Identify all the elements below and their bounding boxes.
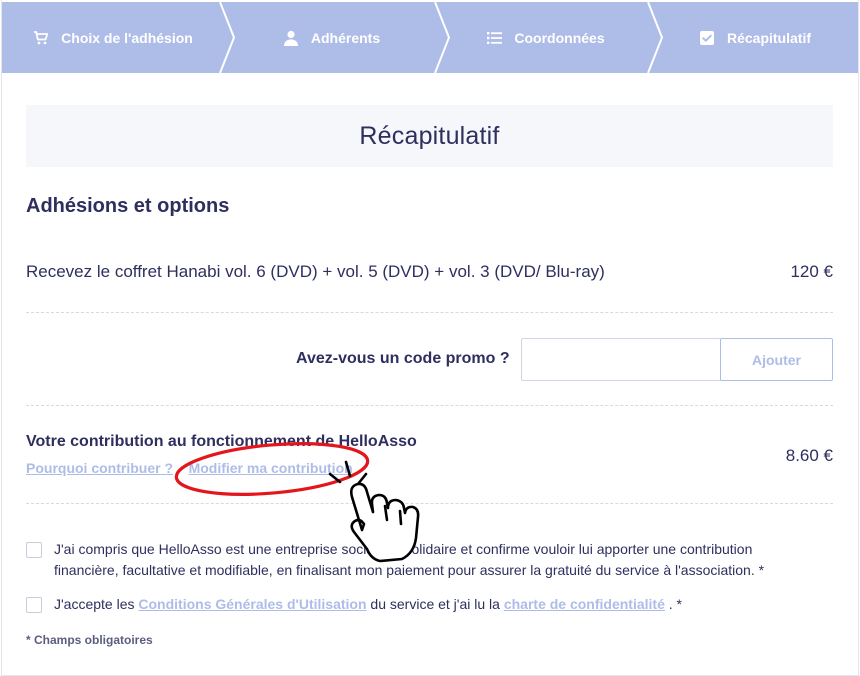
consent-terms-suffix: . * <box>664 596 682 612</box>
contribution-price: 8.60 € <box>785 446 833 465</box>
section-title: Adhésions et options <box>26 195 230 217</box>
contribution-links: Pourquoi contribuer ? Modifier ma contri… <box>26 460 353 476</box>
required-fields-note: * Champs obligatoires <box>26 633 153 647</box>
divider <box>26 312 833 313</box>
cart-icon <box>33 30 49 46</box>
terms-of-use-link[interactable]: Conditions Générales d'Utilisation <box>138 596 366 612</box>
privacy-policy-link[interactable]: charte de confidentialité <box>504 596 665 612</box>
step-label: Récapitulatif <box>726 29 811 46</box>
consent-terms-middle: du service et j'ai lu la <box>366 596 504 612</box>
promo-code-input[interactable] <box>521 338 721 381</box>
divider <box>26 405 833 406</box>
step-label: Adhérents <box>310 29 381 46</box>
link-spacer <box>177 460 185 476</box>
add-promo-button[interactable]: Ajouter <box>720 338 833 381</box>
step-label: Coordonnées <box>514 29 605 46</box>
order-item-row: Recevez le coffret Hanabi vol. 6 (DVD) +… <box>26 262 833 282</box>
modify-contribution-link[interactable]: Modifier ma contribution <box>189 460 353 476</box>
contribution-title: Votre contribution au fonctionnement de … <box>26 433 417 450</box>
divider <box>26 503 833 504</box>
order-item-price: 120 € <box>790 262 833 281</box>
consent-terms-checkbox[interactable] <box>26 597 42 613</box>
consent-terms-prefix: J'accepte les <box>54 596 139 612</box>
step-summary[interactable]: Récapitulatif <box>652 2 858 73</box>
promo-code-label: Avez-vous un code promo ? <box>296 350 510 367</box>
step-contact-details[interactable]: Coordonnées <box>439 2 652 73</box>
user-icon <box>283 30 299 46</box>
consent-contribution-checkbox[interactable] <box>26 542 42 558</box>
checkout-stepper: Choix de l'adhésion Adhérents Coordonnée… <box>2 2 858 73</box>
step-members[interactable]: Adhérents <box>224 2 439 73</box>
step-membership-choice[interactable]: Choix de l'adhésion <box>2 2 224 73</box>
list-icon <box>486 30 502 46</box>
consent-contribution-text: J'ai compris que HelloAsso est une entre… <box>54 541 765 578</box>
checkbox-icon <box>699 30 715 46</box>
order-item-label: Recevez le coffret Hanabi vol. 6 (DVD) +… <box>26 262 605 281</box>
why-contribute-link[interactable]: Pourquoi contribuer ? <box>26 460 173 476</box>
step-label: Choix de l'adhésion <box>61 29 193 46</box>
page-title: Récapitulatif <box>359 121 500 150</box>
consent-terms-text: J'accepte les Conditions Générales d'Uti… <box>54 594 819 615</box>
summary-title-bar: Récapitulatif <box>26 105 833 167</box>
